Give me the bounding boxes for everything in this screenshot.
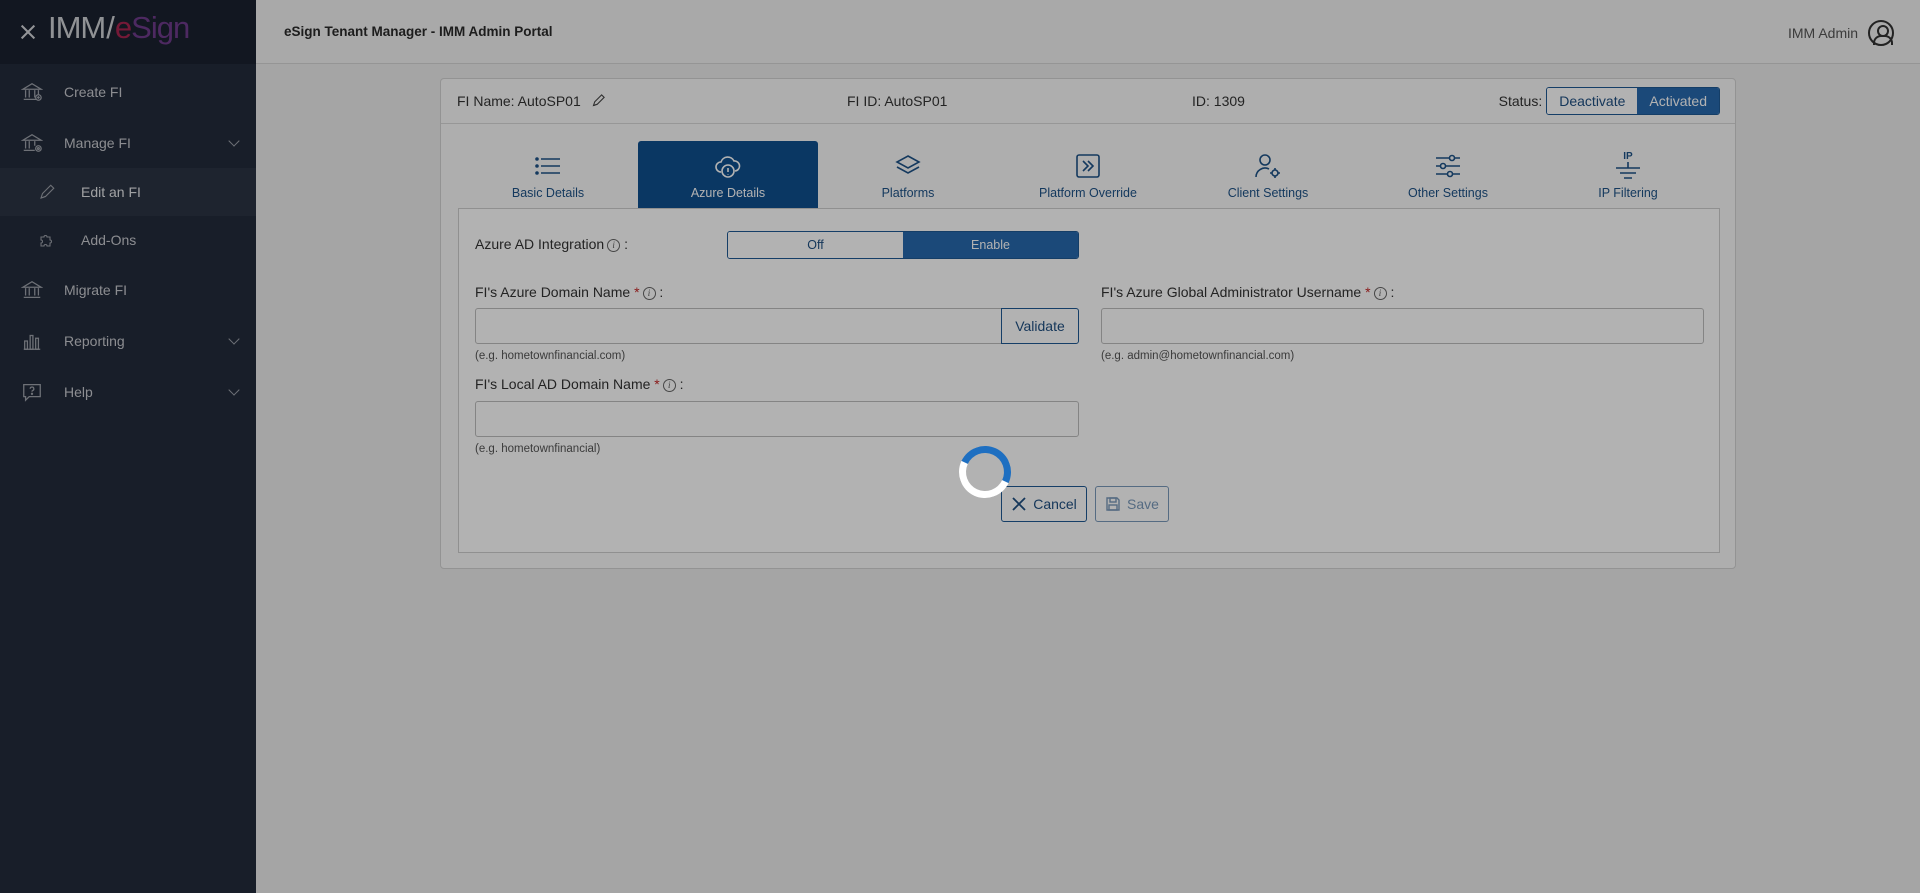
loading-overlay (0, 0, 1920, 893)
